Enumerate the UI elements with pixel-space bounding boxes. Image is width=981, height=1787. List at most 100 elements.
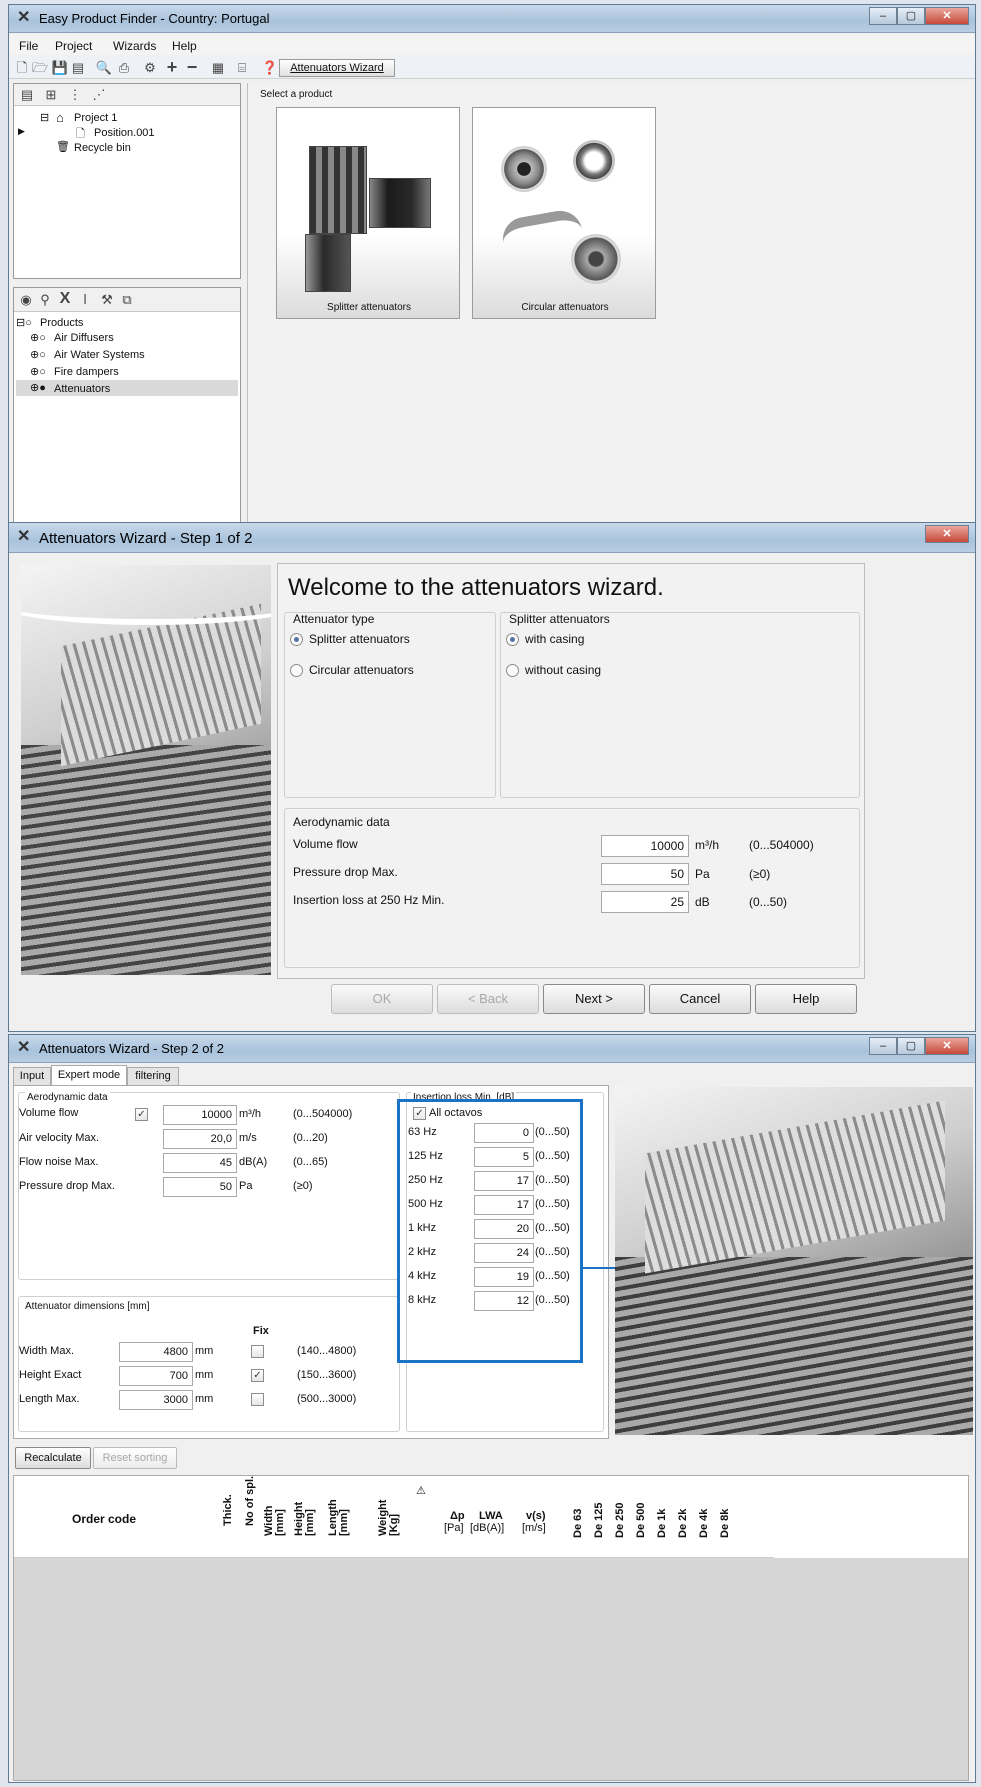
calculator-icon[interactable]: ▦ [209,59,227,77]
menu-help[interactable]: Help [172,39,197,53]
help-icon[interactable]: ❓ [261,59,279,77]
remove-icon[interactable]: − [183,58,201,76]
circular-attenuators-card[interactable]: Circular attenuators [472,107,656,319]
height-fix-checkbox[interactable]: ✓ [251,1369,264,1382]
radio-without-casing[interactable] [506,664,519,677]
length-header[interactable]: Length [mm] [327,1496,350,1536]
tab-expert-mode[interactable]: Expert mode [51,1065,127,1086]
wizard2-minimize-button[interactable]: – [869,1037,897,1055]
lwa-header-top[interactable]: LWA [479,1510,503,1522]
expand-icon[interactable]: ⋮ [66,86,84,104]
list-view-icon[interactable]: ▤ [18,86,36,104]
ok-button[interactable]: OK [331,984,433,1014]
tree-products[interactable]: Products [40,317,83,329]
wiz2-volume-flow-input[interactable]: 10000 [163,1105,237,1125]
de1k-header[interactable]: De 1k [656,1509,668,1538]
wiz2-pressure-drop-input[interactable]: 50 [163,1177,237,1197]
dp-header-top[interactable]: Δp [450,1510,465,1522]
next-button[interactable]: Next > [543,984,645,1014]
settings-icon[interactable]: ⚙ [141,59,159,77]
de125-header[interactable]: De 125 [593,1503,605,1538]
ins-1k-input[interactable]: 20 [474,1219,534,1239]
wizard2-maximize-button[interactable]: ▢ [897,1037,925,1055]
ins-8k-input[interactable]: 12 [474,1291,534,1311]
tree-recycle-bin[interactable]: Recycle bin [74,142,131,154]
window-icon[interactable]: ⧉ [118,291,136,309]
wizard1-close-button[interactable]: ✕ [925,525,969,543]
radio-with-casing[interactable] [506,633,519,646]
help-button[interactable]: Help [755,984,857,1014]
close-button[interactable]: ✕ [925,7,969,25]
de500-header[interactable]: De 500 [635,1503,647,1538]
logo-icon[interactable]: X [56,290,74,308]
tab-filtering[interactable]: filtering [127,1067,179,1085]
recalculate-button[interactable]: Recalculate [15,1447,91,1469]
export-icon[interactable]: ⌸ [233,59,251,77]
tree-air-diffusers[interactable]: Air Diffusers [54,332,114,344]
tree-fire-dampers[interactable]: Fire dampers [54,366,119,378]
no-of-spl-header[interactable]: No of spl. [244,1476,256,1526]
ins-63-input[interactable]: 0 [474,1123,534,1143]
wizard2-close-button[interactable]: ✕ [925,1037,969,1055]
de2k-header[interactable]: De 2k [677,1509,689,1538]
weight-header[interactable]: Weight [Kg] [377,1496,400,1536]
de250-header[interactable]: De 250 [614,1503,626,1538]
ins-250-input[interactable]: 17 [474,1171,534,1191]
de8k-header[interactable]: De 8k [719,1509,731,1538]
insertion-loss-input[interactable]: 25 [601,891,689,913]
radio-without-casing-label[interactable]: without casing [525,663,601,677]
maximize-button[interactable]: ▢ [897,7,925,25]
length-input[interactable]: 3000 [119,1390,193,1410]
add-icon[interactable]: + [163,58,181,76]
back-button[interactable]: < Back [437,984,539,1014]
radio-splitter[interactable] [290,633,303,646]
vs-header-bottom[interactable]: [m/s] [522,1522,546,1534]
order-code-header[interactable]: Order code [72,1512,136,1526]
radio-circular-label[interactable]: Circular attenuators [309,663,414,677]
width-input[interactable]: 4800 [119,1342,193,1362]
length-fix-checkbox[interactable] [251,1393,264,1406]
ins-4k-input[interactable]: 19 [474,1267,534,1287]
menu-wizards[interactable]: Wizards [113,39,156,53]
tools-icon[interactable]: ⚒ [98,291,116,309]
collapse-icon[interactable]: ⋰ [90,86,108,104]
reset-sorting-button[interactable]: Reset sorting [93,1447,177,1469]
new-file-icon[interactable]: 🗋 [13,59,31,77]
height-input[interactable]: 700 [119,1366,193,1386]
lwa-header-bottom[interactable]: [dB(A)] [470,1522,504,1534]
print-icon[interactable]: ⎙ [115,59,133,77]
ins-125-input[interactable]: 5 [474,1147,534,1167]
de63-header[interactable]: De 63 [572,1509,584,1538]
filter-icon[interactable]: ⚲ [36,291,54,309]
ins-2k-input[interactable]: 24 [474,1243,534,1263]
info-icon[interactable]: ⅼ [76,291,94,309]
radio-splitter-label[interactable]: Splitter attenuators [309,632,410,646]
volume-flow-checkbox[interactable]: ✓ [135,1108,148,1121]
globe-icon[interactable]: ◉ [17,291,35,309]
height-header[interactable]: Height [mm] [293,1496,316,1536]
tab-input[interactable]: Input [13,1067,51,1085]
tree-air-water-systems[interactable]: Air Water Systems [54,349,145,361]
volume-flow-input[interactable]: 10000 [601,835,689,857]
splitter-attenuators-card[interactable]: Splitter attenuators [276,107,460,319]
thick-header[interactable]: Thick. [222,1494,234,1526]
save-all-icon[interactable]: ▤ [69,59,87,77]
flow-noise-input[interactable]: 45 [163,1153,237,1173]
minimize-button[interactable]: – [869,7,897,25]
radio-circular[interactable] [290,664,303,677]
save-icon[interactable]: 💾 [51,59,69,77]
menu-project[interactable]: Project [55,39,92,53]
ins-500-input[interactable]: 17 [474,1195,534,1215]
menu-file[interactable]: File [19,39,38,53]
attenuators-wizard-tab[interactable]: Attenuators Wizard [279,59,395,77]
tree-position[interactable]: Position.001 [94,127,155,139]
vs-header-top[interactable]: v(s) [526,1510,546,1522]
tree-project[interactable]: Project 1 [74,112,117,124]
radio-with-casing-label[interactable]: with casing [525,632,584,646]
print-preview-icon[interactable]: 🔍 [95,59,113,77]
tree-view-icon[interactable]: ⊞ [42,86,60,104]
de4k-header[interactable]: De 4k [698,1509,710,1538]
open-file-icon[interactable]: 🗁 [31,59,49,77]
tree-toggle-icon[interactable]: ⊟ [40,111,49,124]
width-header[interactable]: Width [mm] [263,1500,286,1536]
